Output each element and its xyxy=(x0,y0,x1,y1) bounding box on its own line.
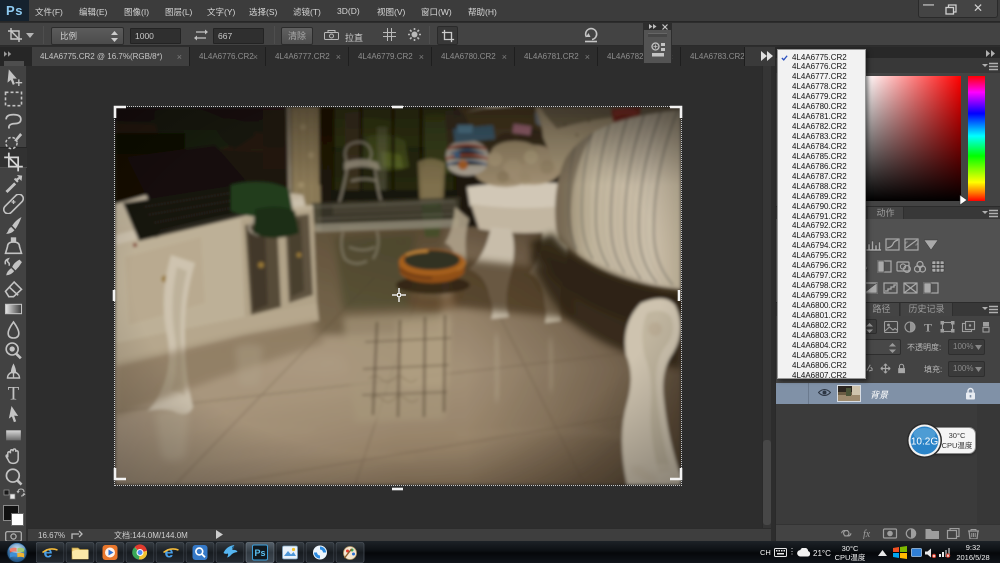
svg-text:e: e xyxy=(44,545,53,562)
svg-text:fx: fx xyxy=(863,529,871,539)
svg-text:10.2G: 10.2G xyxy=(911,437,938,448)
svg-text:T: T xyxy=(8,384,20,403)
svg-text:T: T xyxy=(924,321,932,333)
svg-text:e: e xyxy=(165,545,174,562)
svg-text:Ps: Ps xyxy=(254,548,265,558)
